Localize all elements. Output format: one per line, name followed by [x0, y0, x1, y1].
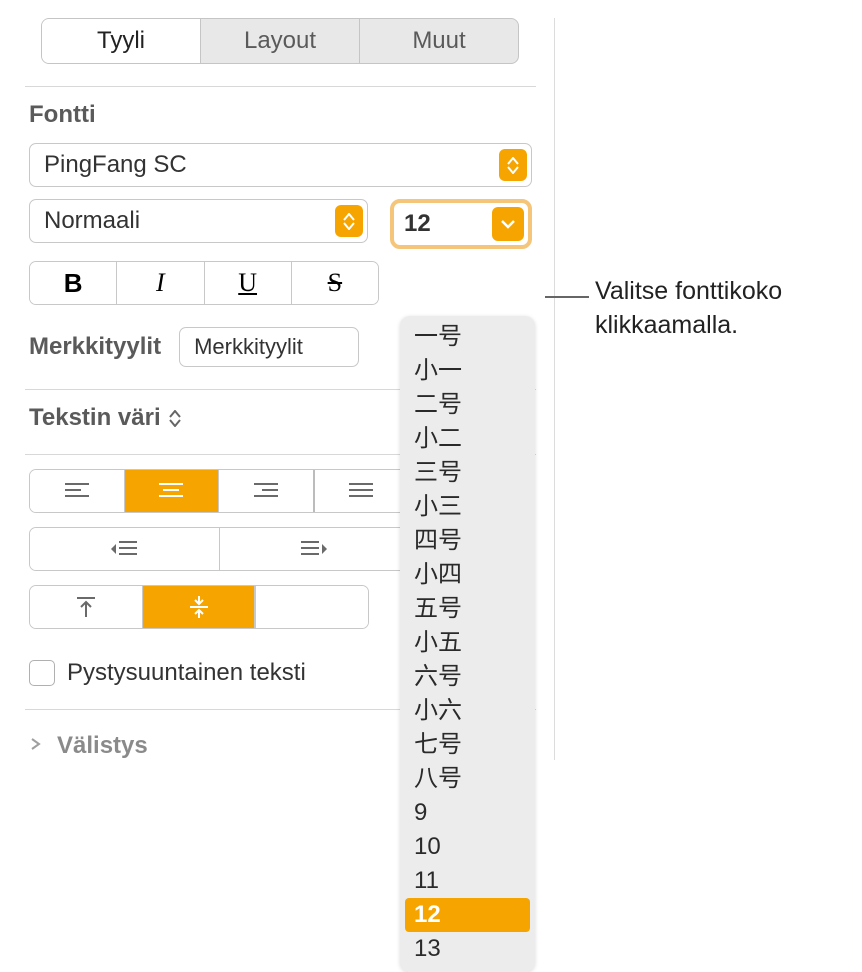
font-size-option[interactable]: 12	[405, 898, 530, 932]
decrease-indent-button[interactable]	[30, 528, 220, 570]
text-color-label: Tekstin väri	[29, 404, 161, 432]
font-size-option[interactable]: 11	[400, 864, 535, 898]
divider	[25, 86, 536, 87]
align-left-icon	[63, 481, 91, 501]
valign-top-button[interactable]	[30, 586, 143, 628]
font-style-buttons: B I U S	[29, 261, 379, 305]
align-center-button[interactable]	[125, 470, 220, 512]
font-size-option[interactable]: 小二	[400, 422, 535, 456]
font-size-value: 12	[404, 210, 492, 238]
font-size-menu: 一号小一二号小二三号小三四号小四五号小五六号小六七号八号910111213	[400, 316, 535, 972]
valign-top-icon	[75, 595, 97, 619]
font-size-popup[interactable]: 12	[390, 199, 532, 249]
font-size-option[interactable]: 三号	[400, 456, 535, 490]
vertical-text-label: Pystysuuntainen teksti	[67, 659, 306, 687]
tab-more[interactable]: Muut	[360, 19, 518, 63]
chevron-down-icon	[492, 207, 524, 241]
font-size-option[interactable]: 小五	[400, 626, 535, 660]
font-size-option[interactable]: 10	[400, 830, 535, 864]
strikethrough-button[interactable]: S	[292, 262, 378, 304]
align-justify-icon	[347, 481, 375, 501]
align-center-icon	[157, 481, 185, 501]
font-size-option[interactable]: 一号	[400, 320, 535, 354]
increase-indent-icon	[299, 539, 329, 559]
character-styles-value: Merkkityylit	[194, 334, 354, 360]
font-family-value: PingFang SC	[44, 151, 499, 179]
align-right-icon	[252, 481, 280, 501]
decrease-indent-icon	[109, 539, 139, 559]
font-size-option[interactable]: 小六	[400, 694, 535, 728]
popup-arrows-icon	[499, 149, 527, 181]
vertical-text-checkbox[interactable]	[29, 660, 55, 686]
valign-middle-icon	[188, 594, 210, 620]
font-size-option[interactable]: 二号	[400, 388, 535, 422]
spacing-label: Välistys	[57, 732, 148, 760]
font-size-option[interactable]: 八号	[400, 762, 535, 796]
font-size-option[interactable]: 小四	[400, 558, 535, 592]
popup-arrows-icon[interactable]	[169, 410, 181, 427]
align-justify-button[interactable]	[315, 470, 409, 512]
italic-button[interactable]: I	[117, 262, 204, 304]
font-weight-value: Normaali	[44, 207, 335, 235]
font-size-option[interactable]: 四号	[400, 524, 535, 558]
valign-middle-button[interactable]	[143, 586, 256, 628]
tab-layout[interactable]: Layout	[201, 19, 360, 63]
valign-bottom-button[interactable]	[255, 586, 368, 628]
increase-indent-button[interactable]	[220, 528, 409, 570]
font-size-option[interactable]: 13	[400, 932, 535, 966]
callout-line	[545, 296, 589, 298]
tab-bar: Tyyli Layout Muut	[41, 18, 519, 64]
font-size-option[interactable]: 六号	[400, 660, 535, 694]
font-weight-popup[interactable]: Normaali	[29, 199, 368, 243]
character-styles-popup[interactable]: Merkkityylit	[179, 327, 359, 367]
font-size-option[interactable]: 9	[400, 796, 535, 830]
underline-button[interactable]: U	[205, 262, 292, 304]
font-family-popup[interactable]: PingFang SC	[29, 143, 532, 187]
chevron-right-icon	[29, 737, 47, 755]
character-styles-label: Merkkityylit	[29, 333, 161, 361]
align-left-button[interactable]	[30, 470, 125, 512]
font-size-option[interactable]: 小三	[400, 490, 535, 524]
indent-buttons	[29, 527, 409, 571]
callout-text: Valitse fonttikoko klikkaamalla.	[595, 275, 862, 343]
font-section-label: Fontti	[29, 101, 536, 129]
font-size-option[interactable]: 小一	[400, 354, 535, 388]
vertical-align-buttons	[29, 585, 369, 629]
bold-button[interactable]: B	[30, 262, 117, 304]
popup-arrows-icon	[335, 205, 363, 237]
align-right-button[interactable]	[219, 470, 315, 512]
horizontal-align-buttons	[29, 469, 409, 513]
font-size-option[interactable]: 五号	[400, 592, 535, 626]
tab-style[interactable]: Tyyli	[42, 19, 201, 63]
font-size-option[interactable]: 七号	[400, 728, 535, 762]
